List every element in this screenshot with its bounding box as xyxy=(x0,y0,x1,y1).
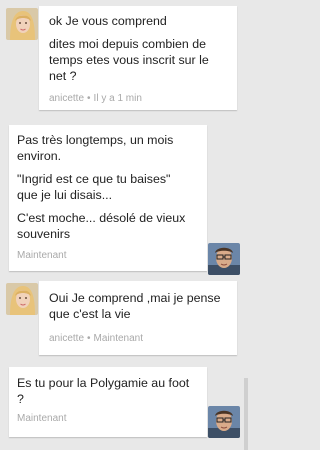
contact-avatar[interactable] xyxy=(6,8,38,40)
message-text: Es tu pour la Polygamie au foot ? xyxy=(17,376,190,406)
scrollbar[interactable] xyxy=(244,378,248,450)
message-bubble: Pas très longtemps, un mois environ. "In… xyxy=(9,125,207,271)
chat-thread: ok Je vous comprend dites moi depuis com… xyxy=(0,0,248,450)
timestamp: Il y a 1 min xyxy=(93,93,142,104)
message-text: ok Je vous comprend xyxy=(49,14,167,28)
message-bubble: Oui Je comprend ,mai je pense que c'est … xyxy=(39,281,237,355)
timestamp: Maintenant xyxy=(17,413,67,424)
message-bubble: Es tu pour la Polygamie au foot ? Mainte… xyxy=(9,367,207,437)
message-meta: anicette • Il y a 1 min xyxy=(49,93,142,104)
contact-avatar[interactable] xyxy=(6,283,38,315)
timestamp: Maintenant xyxy=(17,250,67,261)
message-text: "Ingrid est ce que tu baises" que je lui… xyxy=(17,172,171,202)
message-meta: Maintenant xyxy=(17,413,66,425)
user-avatar[interactable] xyxy=(208,243,240,275)
message-text: Pas très longtemps, un mois environ. xyxy=(17,133,174,163)
timestamp: Maintenant xyxy=(93,333,144,344)
message-bubble: ok Je vous comprend dites moi depuis com… xyxy=(39,6,237,110)
author-name: anicette xyxy=(49,93,85,104)
message-meta: Maintenant xyxy=(17,250,66,262)
message-text: Oui Je comprend ,mai je pense que c'est … xyxy=(49,291,221,321)
message-meta: anicette • Maintenant xyxy=(49,333,144,344)
user-avatar[interactable] xyxy=(208,406,240,438)
message-text: C'est moche... désolé de vieux souvenirs xyxy=(17,211,186,241)
message-text: dites moi depuis combien de temps etes v… xyxy=(49,37,209,83)
author-name: anicette xyxy=(49,333,85,344)
